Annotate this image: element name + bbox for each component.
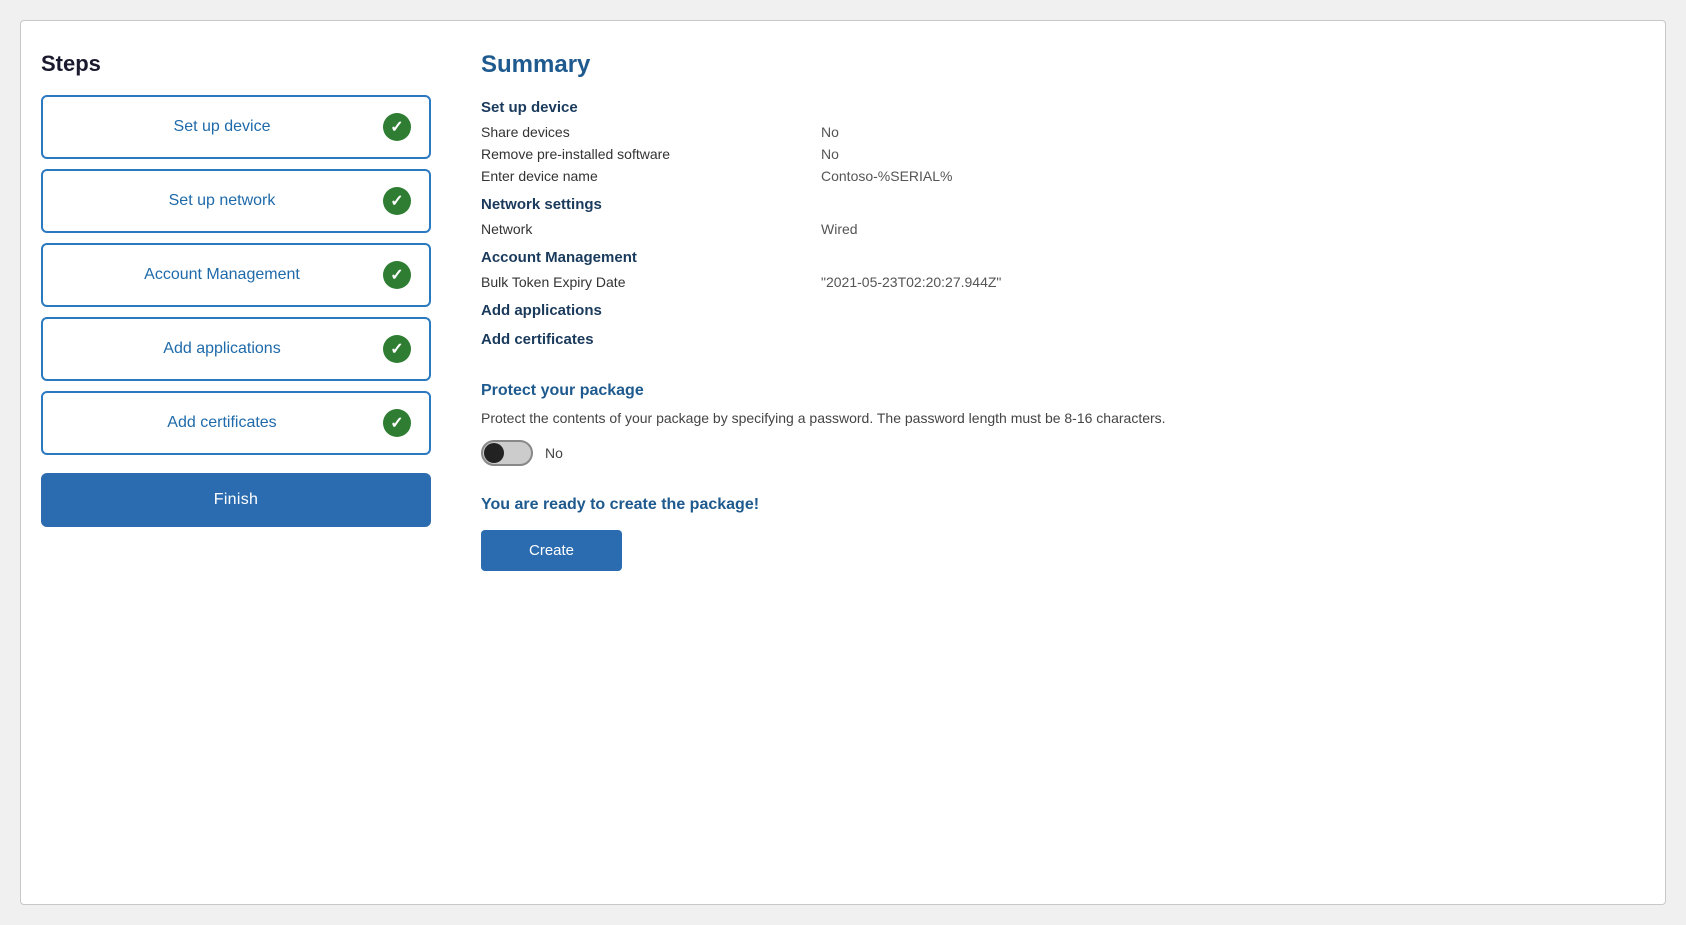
- section-set-up-device-heading: Set up device: [481, 99, 1635, 116]
- left-panel: Steps Set up device Set up network Accou…: [41, 51, 431, 874]
- summary-row-remove-preinstalled-label: Remove pre-installed software: [481, 146, 821, 162]
- summary-row-share-devices: Share devices No: [481, 124, 1635, 140]
- toggle-row: No: [481, 440, 1635, 466]
- summary-row-remove-preinstalled-value: No: [821, 146, 839, 162]
- step-add-applications[interactable]: Add applications: [41, 317, 431, 381]
- step-set-up-device[interactable]: Set up device: [41, 95, 431, 159]
- summary-title: Summary: [481, 51, 1635, 79]
- section-account-management: Account Management Bulk Token Expiry Dat…: [481, 249, 1635, 290]
- summary-row-share-devices-label: Share devices: [481, 124, 821, 140]
- step-add-certificates-check-icon: [383, 409, 411, 437]
- ready-text: You are ready to create the package!: [481, 496, 1635, 514]
- step-set-up-network-label: Set up network: [61, 192, 383, 210]
- main-container: Steps Set up device Set up network Accou…: [20, 20, 1666, 905]
- section-add-certificates-heading: Add certificates: [481, 331, 1635, 348]
- summary-row-bulk-token-label: Bulk Token Expiry Date: [481, 274, 821, 290]
- ready-section: You are ready to create the package! Cre…: [481, 496, 1635, 571]
- protect-title: Protect your package: [481, 382, 1635, 400]
- summary-row-network-label: Network: [481, 221, 821, 237]
- summary-row-bulk-token-value: "2021-05-23T02:20:27.944Z": [821, 274, 1001, 290]
- summary-row-network-value: Wired: [821, 221, 858, 237]
- section-add-applications-heading: Add applications: [481, 302, 1635, 319]
- section-add-applications: Add applications: [481, 302, 1635, 319]
- summary-row-device-name: Enter device name Contoso-%SERIAL%: [481, 168, 1635, 184]
- summary-row-share-devices-value: No: [821, 124, 839, 140]
- section-account-management-heading: Account Management: [481, 249, 1635, 266]
- finish-button[interactable]: Finish: [41, 473, 431, 527]
- protect-toggle[interactable]: [481, 440, 533, 466]
- summary-row-device-name-value: Contoso-%SERIAL%: [821, 168, 953, 184]
- summary-row-device-name-label: Enter device name: [481, 168, 821, 184]
- step-set-up-device-check-icon: [383, 113, 411, 141]
- steps-title: Steps: [41, 51, 431, 77]
- toggle-label: No: [545, 445, 563, 461]
- protect-section: Protect your package Protect the content…: [481, 372, 1635, 466]
- summary-row-bulk-token: Bulk Token Expiry Date "2021-05-23T02:20…: [481, 274, 1635, 290]
- step-account-management-check-icon: [383, 261, 411, 289]
- step-account-management-label: Account Management: [61, 266, 383, 284]
- summary-row-remove-preinstalled: Remove pre-installed software No: [481, 146, 1635, 162]
- section-add-certificates: Add certificates: [481, 331, 1635, 348]
- step-set-up-device-label: Set up device: [61, 118, 383, 136]
- summary-row-network: Network Wired: [481, 221, 1635, 237]
- step-set-up-network-check-icon: [383, 187, 411, 215]
- right-panel: Summary Set up device Share devices No R…: [471, 51, 1645, 874]
- create-button[interactable]: Create: [481, 530, 622, 571]
- section-network-settings-heading: Network settings: [481, 196, 1635, 213]
- step-account-management[interactable]: Account Management: [41, 243, 431, 307]
- step-add-applications-label: Add applications: [61, 340, 383, 358]
- step-add-certificates-label: Add certificates: [61, 414, 383, 432]
- step-add-certificates[interactable]: Add certificates: [41, 391, 431, 455]
- step-add-applications-check-icon: [383, 335, 411, 363]
- step-set-up-network[interactable]: Set up network: [41, 169, 431, 233]
- section-set-up-device: Set up device Share devices No Remove pr…: [481, 99, 1635, 184]
- toggle-knob: [484, 443, 504, 463]
- section-network-settings: Network settings Network Wired: [481, 196, 1635, 237]
- protect-description: Protect the contents of your package by …: [481, 410, 1381, 426]
